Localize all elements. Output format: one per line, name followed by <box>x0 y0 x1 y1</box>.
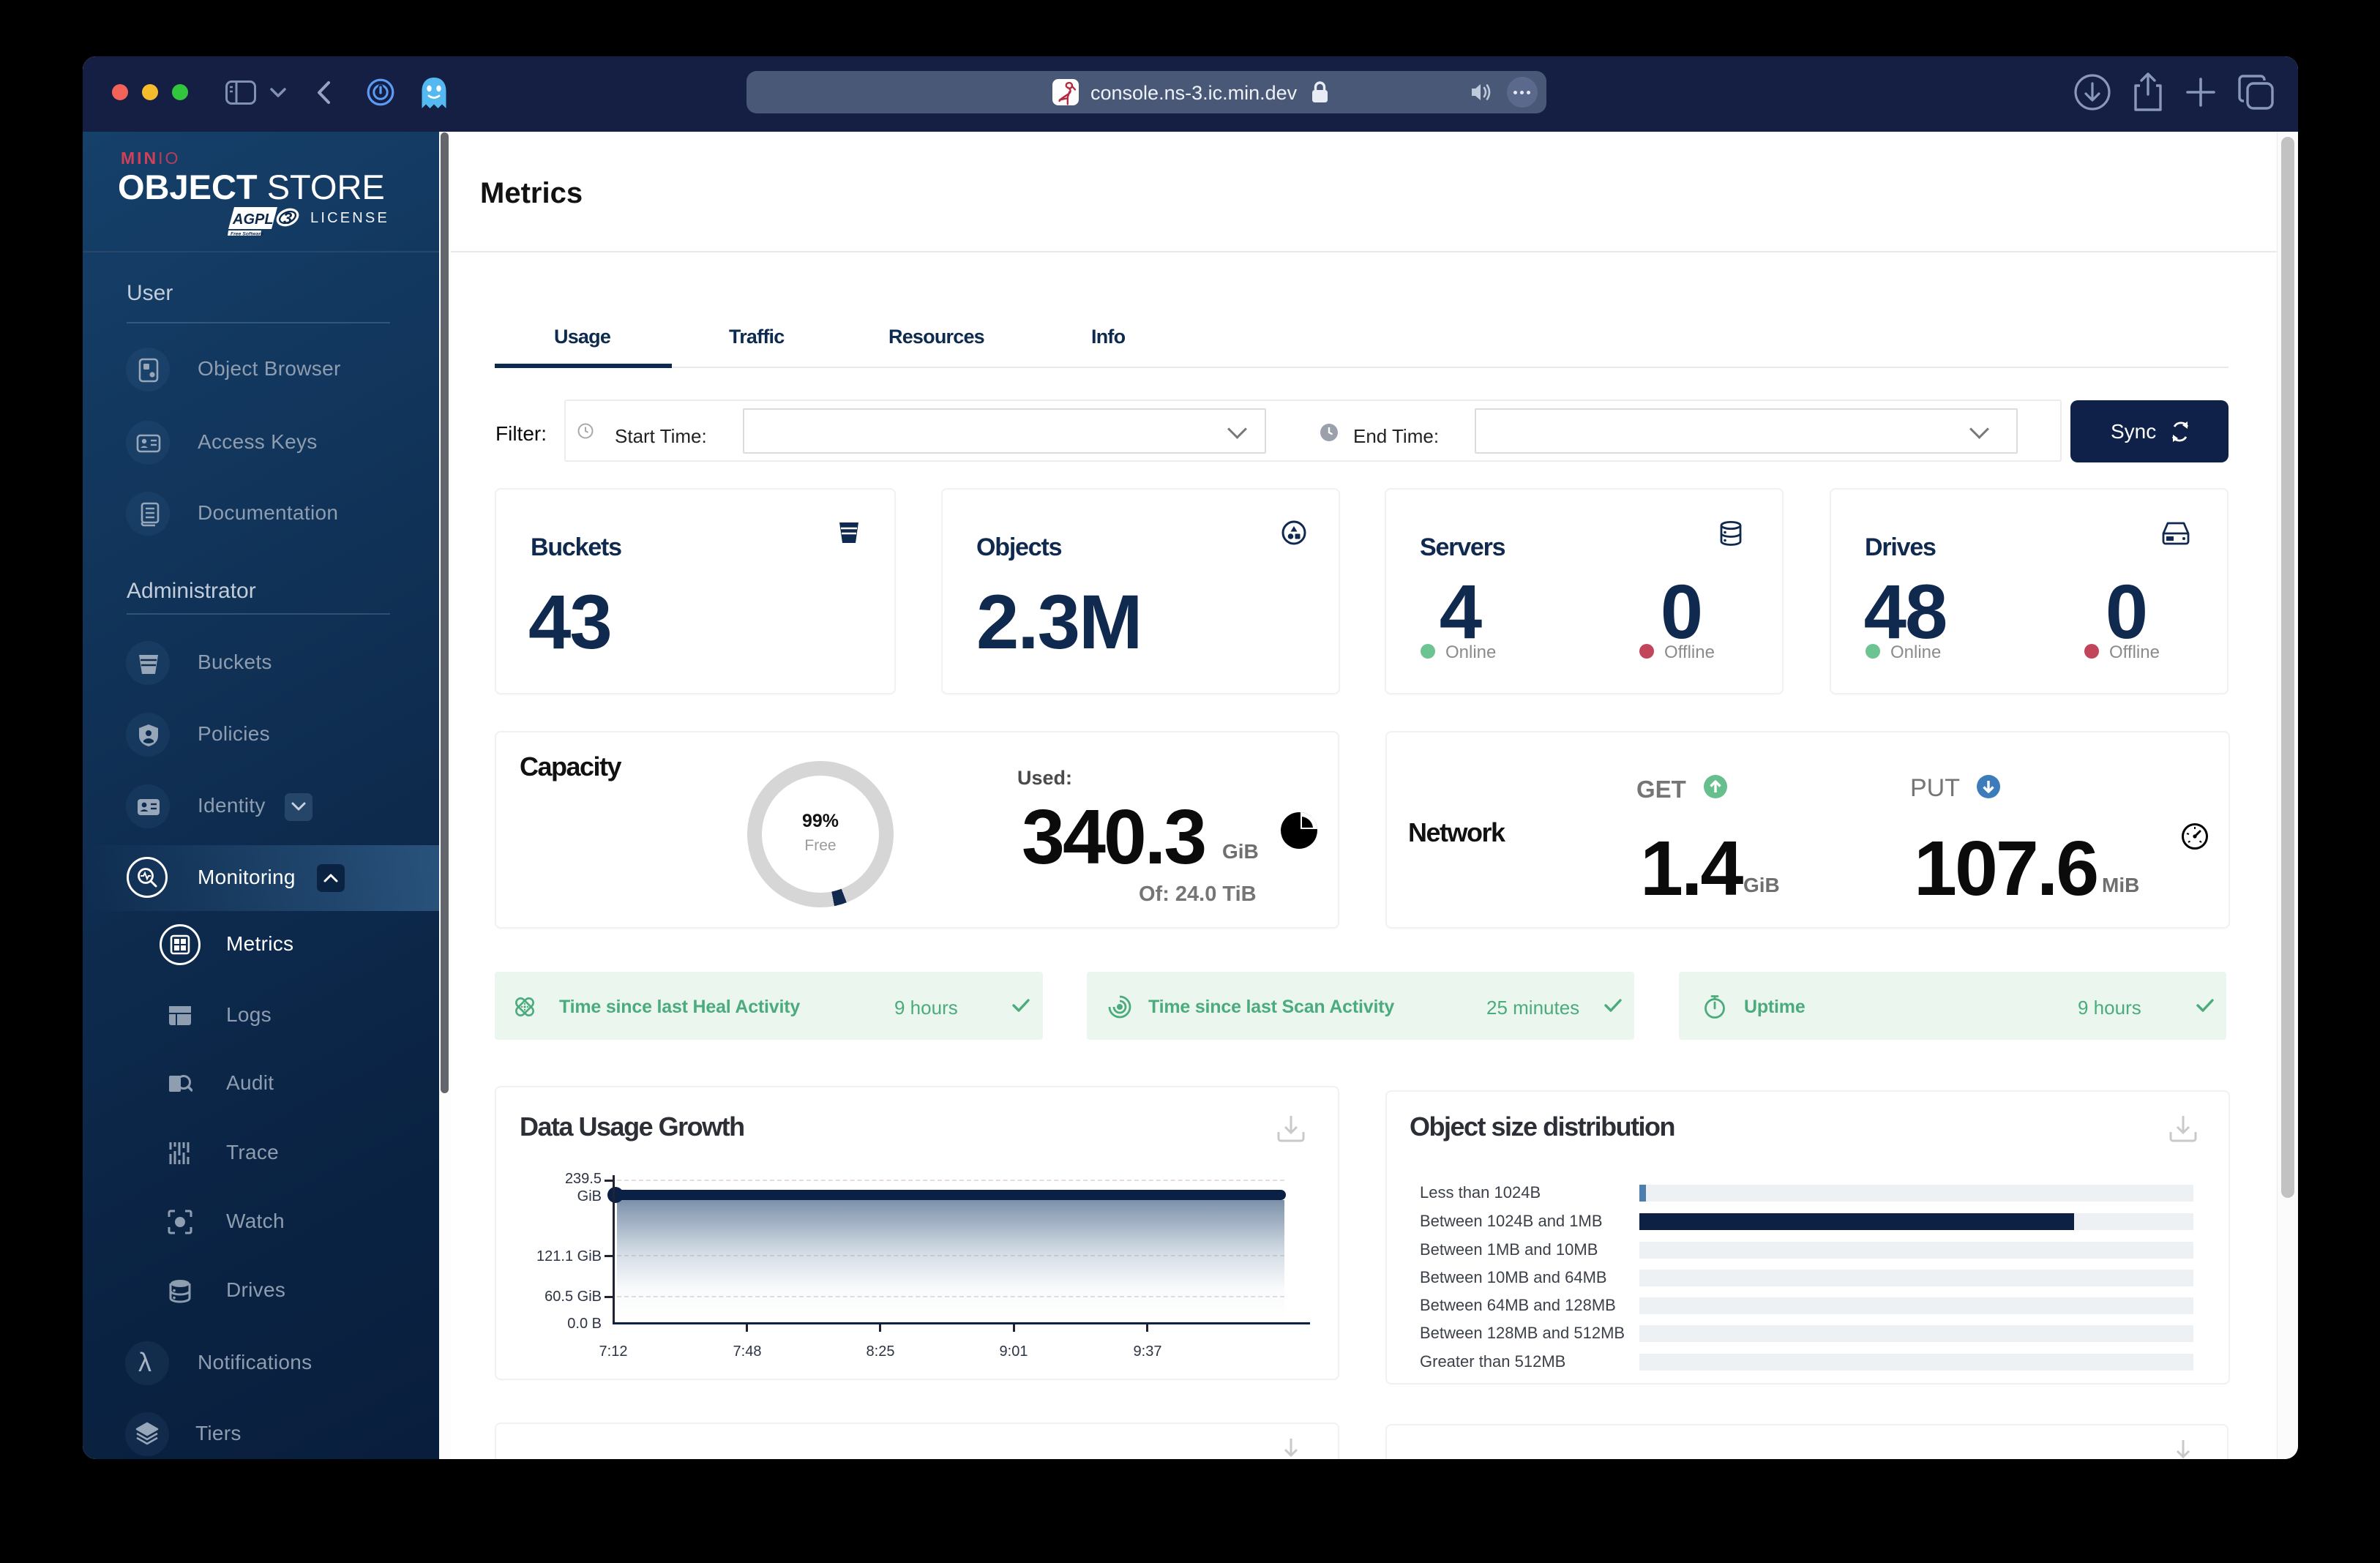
svg-text:AGPL: AGPL <box>232 211 274 228</box>
svg-text:3: 3 <box>283 209 292 228</box>
svg-text:Free Software: Free Software <box>231 232 263 237</box>
